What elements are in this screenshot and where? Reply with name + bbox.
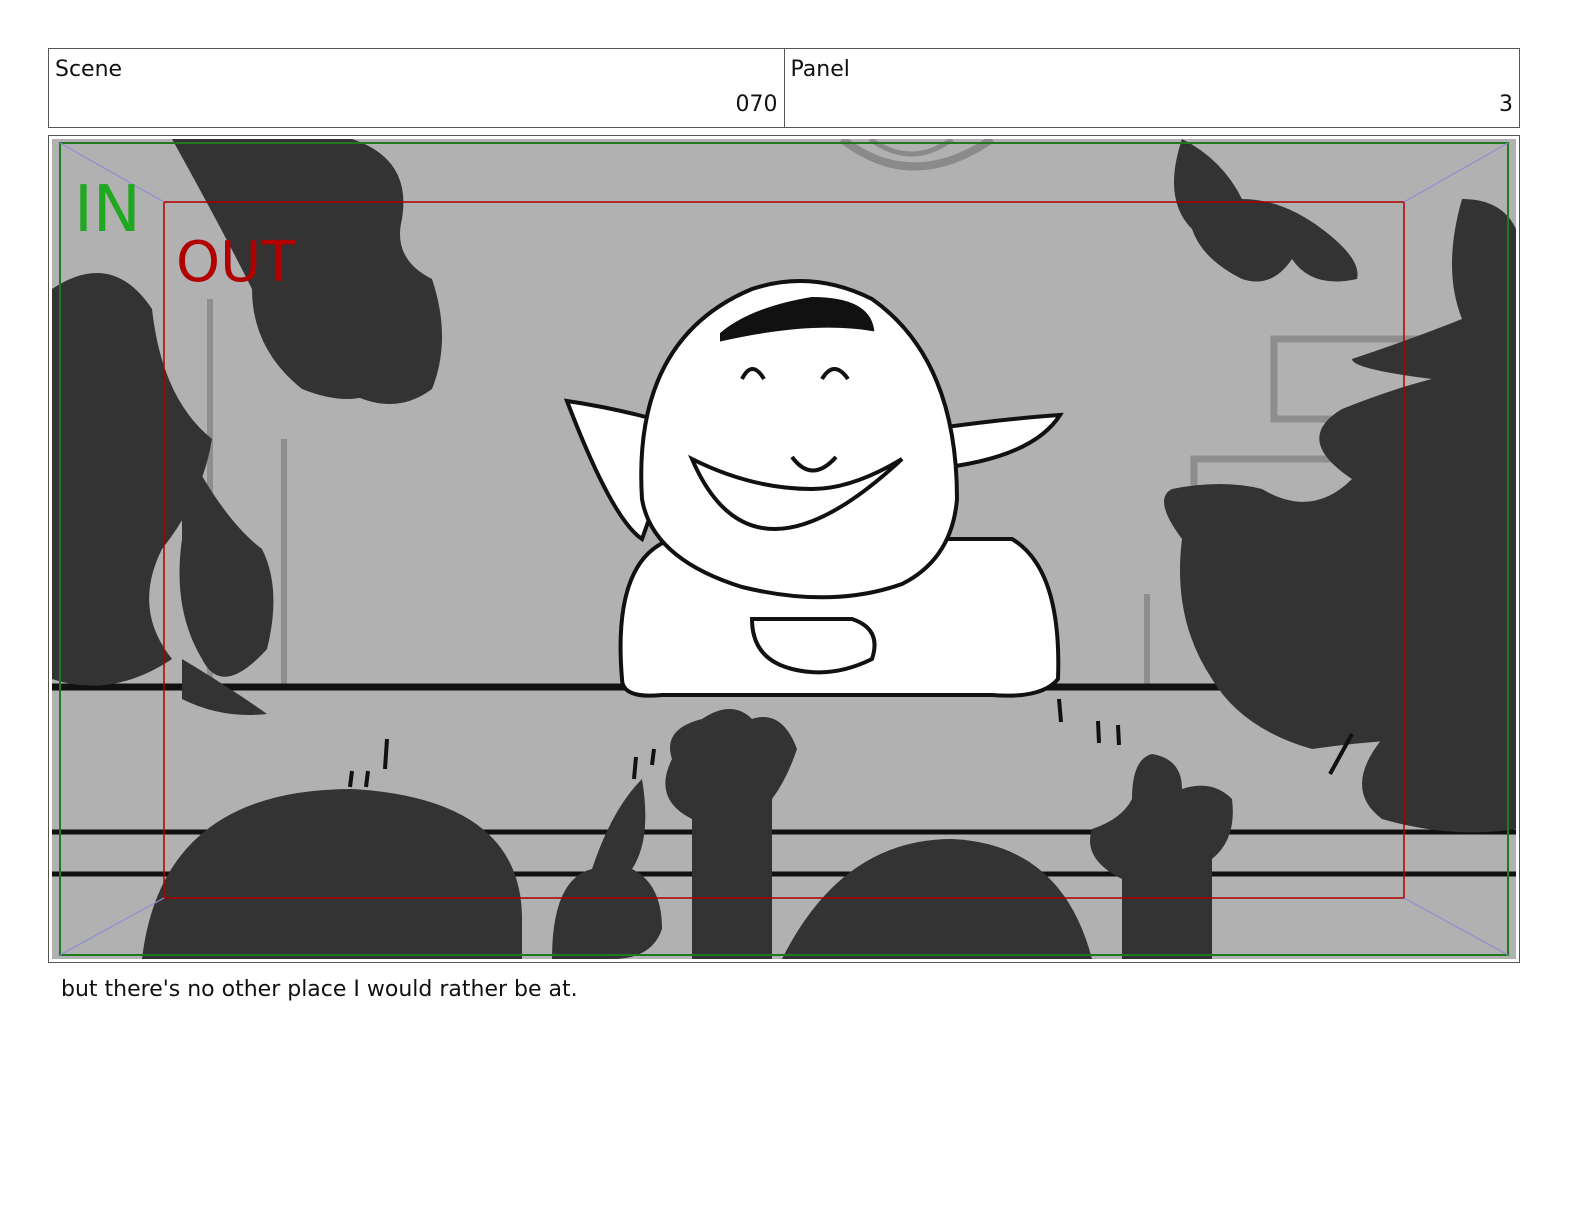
out-guide-label: OUT <box>176 230 296 295</box>
storyboard-frame: IN OUT <box>48 135 1520 963</box>
storyboard-drawing: IN OUT <box>52 139 1516 959</box>
panel-header: Scene 070 Panel 3 <box>48 48 1520 128</box>
scene-cell: Scene 070 <box>49 49 784 127</box>
scene-label: Scene <box>55 57 123 82</box>
panel-number: 3 <box>1499 92 1513 117</box>
scene-number: 070 <box>735 92 778 117</box>
panel-label: Panel <box>790 57 850 82</box>
dialogue-caption: but there's no other place I would rathe… <box>61 977 578 1002</box>
panel-cell: Panel 3 <box>783 49 1520 127</box>
in-guide-label: IN <box>74 173 141 247</box>
